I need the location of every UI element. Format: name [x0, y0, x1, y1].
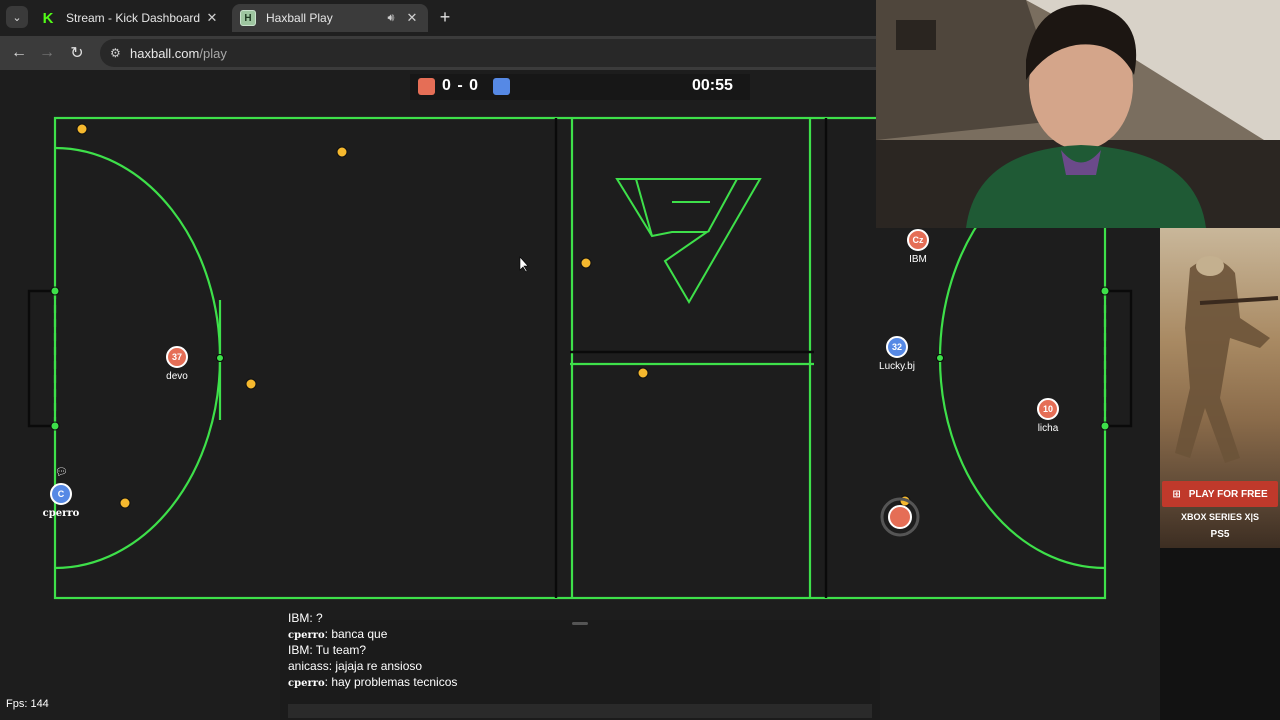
left-penalty-arc — [54, 146, 222, 570]
center-logo — [615, 178, 762, 304]
ad-platform-xbox: XBOX SERIES X|S — [1180, 512, 1260, 522]
match-timer: 00:55 — [692, 77, 733, 94]
own-player-avatar — [888, 505, 912, 529]
left-goal — [27, 289, 55, 428]
right-goal — [1105, 289, 1133, 428]
chat-message: IBM: ? — [288, 611, 323, 625]
chat-message: anicass: jajaja re ansioso — [288, 659, 423, 673]
goal-post — [1100, 286, 1110, 296]
player-avatar: 10 — [1037, 398, 1059, 420]
chat-message: IBM: Tu team? — [288, 643, 367, 657]
side-panel-background — [1160, 548, 1280, 720]
goal-post — [50, 421, 60, 431]
play-for-free-button[interactable]: ⊞ PLAY FOR FREE — [1162, 481, 1278, 507]
goal-post — [50, 286, 60, 296]
player-name: devo — [166, 371, 188, 382]
player-avatar: Cz — [907, 229, 929, 251]
chat-log: IBM: ? cperro: banca que IBM: Tu team? a… — [288, 610, 868, 690]
windows-icon: ⊞ — [1172, 488, 1181, 500]
chat-message: cperro: hay problemas tecnicos — [288, 675, 458, 689]
ball — [580, 257, 592, 269]
scoreboard: 0 - 0 00:55 — [410, 74, 750, 100]
score: 0 - 0 — [442, 77, 480, 94]
ball — [119, 497, 131, 509]
webcam-overlay — [876, 0, 1280, 228]
player-name: IBM — [909, 254, 927, 265]
blue-team-icon — [493, 78, 510, 95]
chat-bubble-icon: 💬︎ — [55, 467, 68, 478]
chat-panel: IBM: ? cperro: banca que IBM: Tu team? a… — [280, 611, 880, 720]
player-avatar: C — [50, 483, 72, 505]
mouse-cursor-icon — [519, 256, 529, 273]
player-name: Lucky.bj — [879, 361, 915, 372]
player-name: cperro — [42, 508, 80, 519]
webcam-image — [876, 0, 1280, 228]
ball — [637, 367, 649, 379]
ad-platform-ps5: PS5 — [1210, 529, 1230, 540]
player-name: licha — [1037, 423, 1059, 434]
player-avatar: 37 — [166, 346, 188, 368]
ball — [336, 146, 348, 158]
ball — [76, 123, 88, 135]
fps-counter: Fps: 144 — [6, 698, 49, 710]
player-avatar: 32 — [886, 336, 908, 358]
goal-post — [1100, 421, 1110, 431]
red-team-icon — [418, 78, 435, 95]
chat-message: cperro: banca que — [288, 627, 388, 641]
ball — [245, 378, 257, 390]
chat-input[interactable] — [288, 704, 872, 718]
